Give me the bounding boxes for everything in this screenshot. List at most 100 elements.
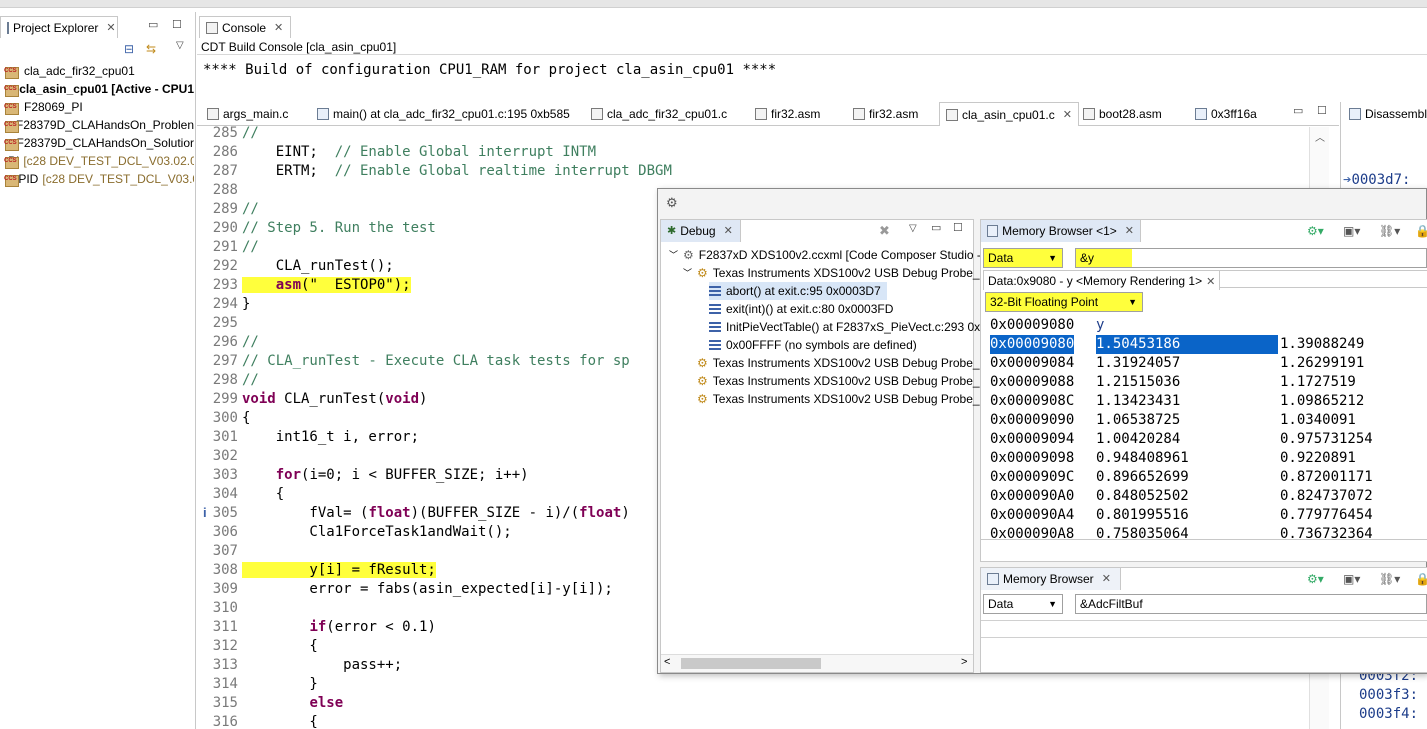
list-item[interactable]: exit(int)() at exit.c:80 0x0003FD <box>709 300 893 318</box>
tab-editor[interactable]: args_main.c <box>201 103 294 125</box>
list-item[interactable]: > PID [c28 DEV_TEST_DCL_V03.0 <box>4 170 194 188</box>
horizontal-scrollbar[interactable]: < > <box>661 654 973 672</box>
list-item[interactable]: ﹀ ⚙ F2837xD XDS100v2.ccxml [Code Composer … <box>669 246 981 264</box>
project-icon <box>4 98 20 116</box>
memory-value[interactable]: 1.06538725 <box>1096 411 1180 430</box>
lock-icon[interactable]: 🔒 <box>1415 224 1427 238</box>
refresh-icon[interactable]: ⚙▾ <box>1307 224 1324 238</box>
list-item[interactable]: abort() at exit.c:95 0x0003D7 <box>709 282 887 300</box>
stack-frame-icon <box>709 286 721 296</box>
close-icon[interactable]: ✕ <box>1063 104 1072 126</box>
tab-project-explorer[interactable]: Project Explorer ✕ <box>0 16 118 38</box>
probe-icon: ⚙ <box>697 266 708 280</box>
tab-debug[interactable]: ✱ Debug ✕ <box>661 220 741 242</box>
memory-space-select[interactable]: Data ▼ <box>983 594 1063 614</box>
tab-editor-active[interactable]: cla_asin_cpu01.c ✕ <box>939 102 1079 126</box>
link-icon[interactable]: ⛓▾ <box>1379 224 1400 238</box>
code-text: } <box>242 296 251 312</box>
asm-file-icon <box>1083 108 1095 120</box>
import-icon[interactable]: ▣▾ <box>1343 572 1360 586</box>
memory-value[interactable]: 1.1727519 <box>1280 373 1356 392</box>
memory-format-select[interactable]: 32-Bit Floating Point ▼ <box>985 292 1143 312</box>
memory-value[interactable]: 0.736732364 <box>1280 525 1373 544</box>
memory-value[interactable]: 1.09865212 <box>1280 392 1364 411</box>
close-icon[interactable]: ✕ <box>724 220 733 242</box>
list-item[interactable]: 0x00FFFF (no symbols are defined) <box>709 336 917 354</box>
list-item[interactable]: PI [c28 DEV_TEST_DCL_V03.02.00 <box>4 152 194 170</box>
tab-memory-browser-1[interactable]: Memory Browser <1> ✕ <box>981 220 1141 242</box>
memory-value[interactable]: 1.00420284 <box>1096 430 1180 449</box>
close-icon[interactable]: ✕ <box>274 17 283 39</box>
memory-value[interactable]: 0.758035064 <box>1096 525 1189 544</box>
close-icon[interactable]: ✕ <box>106 17 115 39</box>
list-item[interactable]: ⚙ Texas Instruments XDS100v2 USB Debug Pr… <box>697 354 990 372</box>
memory-value[interactable]: 0.824737072 <box>1280 487 1373 506</box>
memory-address-input[interactable]: &y <box>1075 248 1427 268</box>
tab-disassembly[interactable]: Disassembl <box>1343 103 1427 125</box>
view-menu-icon[interactable]: ▽ <box>176 40 184 51</box>
memory-value[interactable]: 1.31924057 <box>1096 354 1180 373</box>
tab-editor[interactable]: main() at cla_adc_fir32_cpu01.c:195 0xb5… <box>311 103 576 125</box>
tab-console[interactable]: Console ✕ <box>199 16 291 38</box>
minimize-icon[interactable]: ▭ <box>1293 104 1303 117</box>
code-line: 298// <box>200 371 259 390</box>
memory-value[interactable]: 1.26299191 <box>1280 354 1364 373</box>
link-icon[interactable]: ⛓▾ <box>1379 572 1400 586</box>
code-line: 300{ <box>200 409 251 428</box>
probe-icon: ⚙ <box>697 374 708 388</box>
project-explorer-panel: Project Explorer ✕ ▭ ☐ ⊟ ⇆ ▽ cla_adc_fir… <box>0 12 196 729</box>
maximize-icon[interactable]: ☐ <box>1317 104 1327 117</box>
memory-value[interactable]: 0.779776454 <box>1280 506 1373 525</box>
memory-value[interactable]: 1.21515036 <box>1096 373 1180 392</box>
code-text: // <box>242 201 259 217</box>
disassembly-address-icon <box>1195 108 1207 120</box>
list-item[interactable]: cla_adc_fir32_cpu01 <box>4 62 194 80</box>
tab-memory-rendering[interactable]: Data:0x9080 - y <Memory Rendering 1> ✕ <box>983 270 1221 290</box>
memory-value[interactable]: 0.9220891 <box>1280 449 1356 468</box>
memory-value[interactable]: 0.801995516 <box>1096 506 1189 525</box>
memory-value[interactable]: 0.872001171 <box>1280 468 1373 487</box>
minimize-icon[interactable]: ▭ <box>931 221 941 234</box>
list-item[interactable]: InitPieVectTable() at F2837xS_PieVect.c:… <box>709 318 987 336</box>
code-line: 296// <box>200 333 259 352</box>
list-item[interactable]: ⚙ Texas Instruments XDS100v2 USB Debug Pr… <box>697 372 990 390</box>
close-icon[interactable]: ✕ <box>1102 568 1111 590</box>
import-icon[interactable]: ▣▾ <box>1343 224 1360 238</box>
link-with-editor-icon[interactable]: ⇆ <box>146 42 156 56</box>
tab-memory-browser-2[interactable]: Memory Browser ✕ <box>981 568 1121 590</box>
memory-value[interactable]: 1.13423431 <box>1096 392 1180 411</box>
list-item[interactable]: F28069_PI <box>4 98 194 116</box>
memory-value[interactable]: 1.39088249 <box>1280 335 1364 354</box>
lock-icon[interactable]: 🔒 <box>1415 572 1427 586</box>
memory-value[interactable]: 0.848052502 <box>1096 487 1189 506</box>
list-item[interactable]: F28379D_CLAHandsOn_Problen <box>4 116 194 134</box>
close-icon[interactable]: ✕ <box>1125 220 1134 242</box>
list-item[interactable]: F28379D_CLAHandsOn_Solutior <box>4 134 194 152</box>
tab-editor[interactable]: fir32.asm <box>847 103 924 125</box>
list-item[interactable]: ﹀ ⚙ Texas Instruments XDS100v2 USB Debug P… <box>683 264 990 282</box>
view-menu-icon[interactable]: ▽ <box>909 223 917 234</box>
memory-value[interactable]: 1.0340091 <box>1280 411 1356 430</box>
remove-terminated-icon[interactable]: ✖ <box>879 223 890 239</box>
memory-value[interactable]: 0.948408961 <box>1096 449 1189 468</box>
code-text: ERTM; // Enable Global realtime interrup… <box>242 163 672 179</box>
close-icon[interactable]: ✕ <box>1206 276 1215 288</box>
collapse-all-icon[interactable]: ⊟ <box>124 42 134 56</box>
refresh-icon[interactable]: ⚙▾ <box>1307 572 1324 586</box>
list-item[interactable]: ⚙ Texas Instruments XDS100v2 USB Debug Pr… <box>697 390 990 408</box>
tab-editor[interactable]: fir32.asm <box>749 103 826 125</box>
list-item[interactable]: cla_asin_cpu01 [Active - CPU1 <box>4 80 194 98</box>
tab-editor[interactable]: boot28.asm <box>1077 103 1168 125</box>
tab-editor[interactable]: cla_adc_fir32_cpu01.c <box>585 103 733 125</box>
maximize-icon[interactable]: ☐ <box>953 221 963 234</box>
code-text: // Step 5. Run the test <box>242 220 436 236</box>
minimize-icon[interactable]: ▭ <box>148 18 158 31</box>
memory-value[interactable]: 0.975731254 <box>1280 430 1373 449</box>
memory-value[interactable]: 0.896652699 <box>1096 468 1189 487</box>
line-number: 307 <box>212 543 238 559</box>
maximize-icon[interactable]: ☐ <box>172 18 182 31</box>
memory-value[interactable]: 1.50453186 <box>1096 335 1278 354</box>
tab-editor[interactable]: 0x3ff16a <box>1189 103 1263 125</box>
memory-space-select[interactable]: Data ▼ <box>983 248 1063 268</box>
memory-address-input[interactable]: &AdcFiltBuf <box>1075 594 1427 614</box>
